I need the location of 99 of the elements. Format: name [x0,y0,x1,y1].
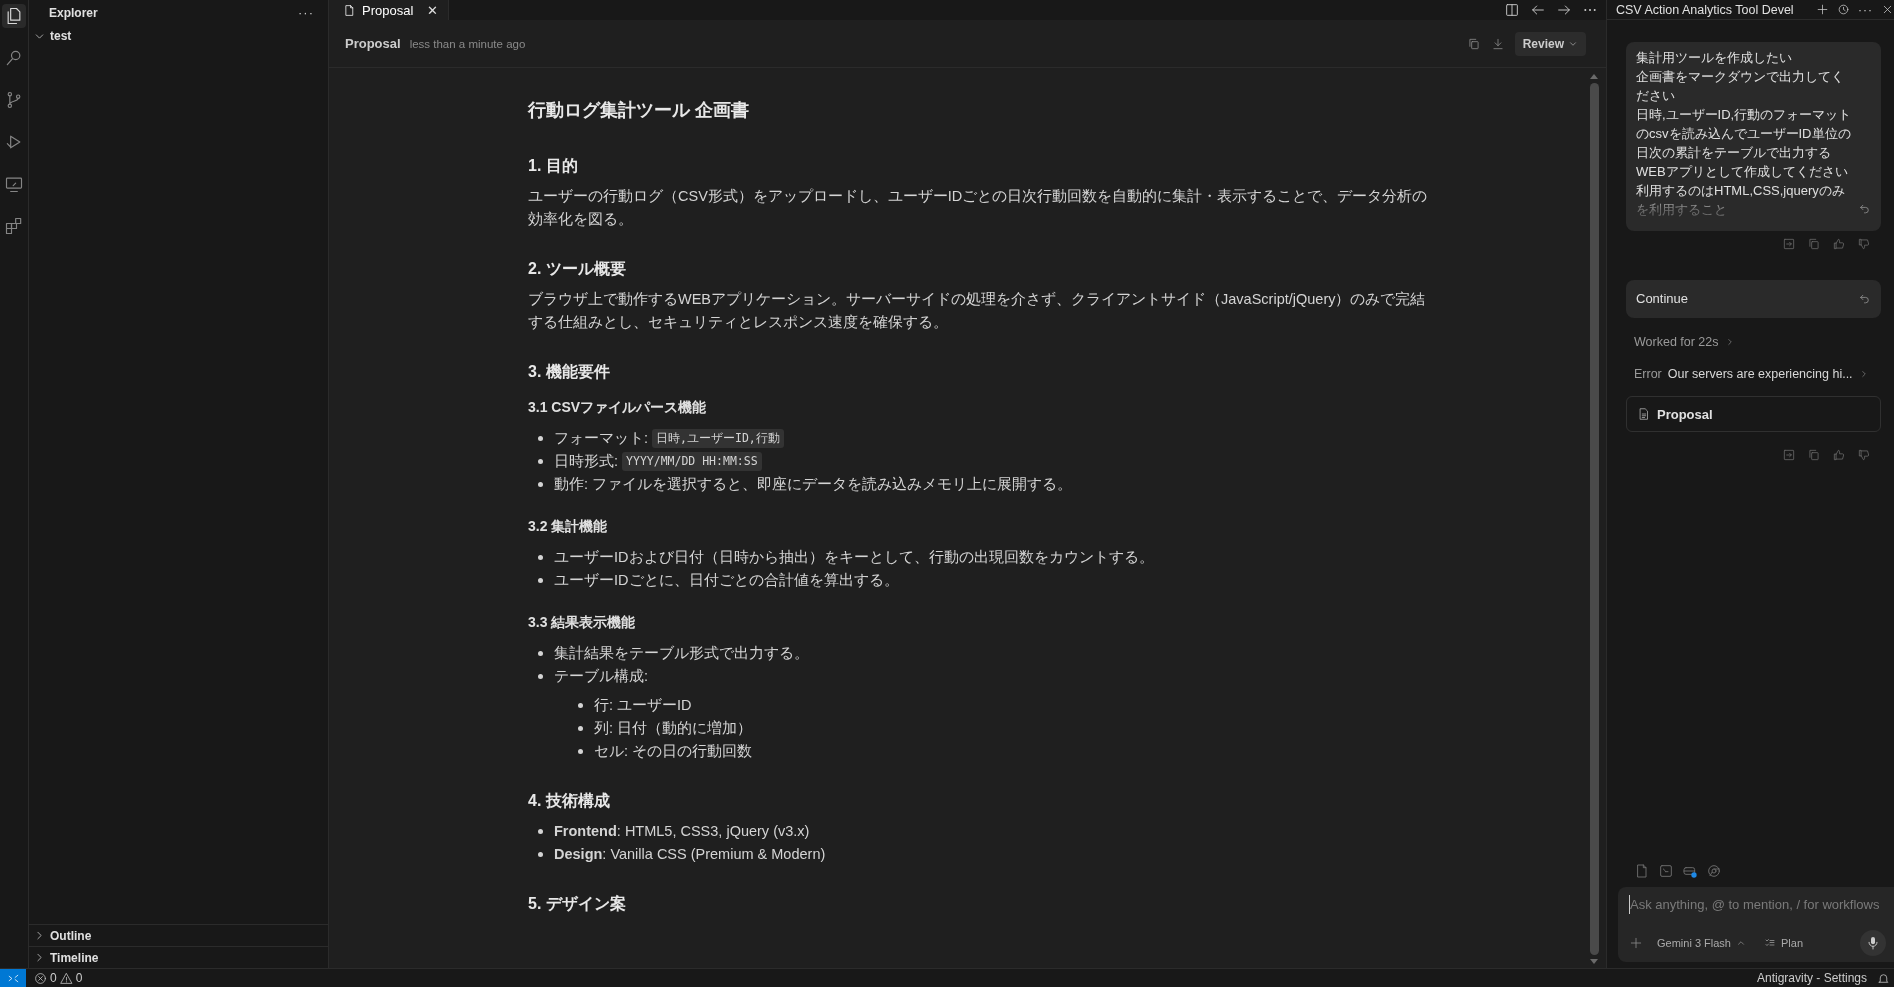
section-heading: 1. 目的 [528,156,579,176]
bullet-icon [578,703,583,708]
scroll-up-icon[interactable] [1590,74,1598,79]
bullet-icon [538,852,543,857]
list-item: ユーザーIDおよび日付（日時から抽出）をキーとして、行動の出現回数をカウントする。 [554,548,1154,567]
message-text: 日次の累計をテーブルで出力する [1636,144,1832,162]
problems-indicator[interactable]: 0 0 [26,971,83,985]
insert-icon[interactable] [1782,237,1796,251]
section-heading: 2. ツール概要 [528,259,627,279]
list-item: ユーザーIDごとに、日付ごとの合計値を算出する。 [554,571,899,590]
copy-icon[interactable] [1807,448,1821,462]
message-text: のcsvを読み込んでユーザーID単位の [1636,125,1852,143]
message-text: 日時,ユーザーID,行動のフォーマット [1636,106,1852,124]
list-item: 集計結果をテーブル形式で出力する。 [554,644,809,663]
chat-input[interactable]: Ask anything, @ to mention, / for workflows [1629,895,1886,914]
insert-icon[interactable] [1782,448,1796,462]
section-header[interactable]: Outline [29,924,328,946]
list-item: フォーマット: [554,429,649,448]
list-item: Frontend: HTML5, CSS3, jQuery (v3.x) [554,822,810,841]
settings-link[interactable]: Antigravity - Settings [1756,971,1877,985]
paragraph: ユーザーの行動ログ（CSV形式）をアップロードし、ユーザーIDごとの日次行動回数を自動的に集計・表示することで、データ分析の効率化を図る。 [528,187,1428,229]
bullet-icon [538,829,543,834]
plan-button[interactable]: Plan [1760,937,1807,949]
checklist-icon [1764,937,1776,949]
file-icon[interactable] [1634,863,1650,879]
bullet-icon [538,555,543,560]
section-heading: 3. 機能要件 [528,362,611,382]
warning-icon [59,971,73,985]
subsection-heading: 3.3 結果表示機能 [528,614,637,632]
caret-icon [1736,938,1746,948]
bullet-icon [538,651,543,656]
thumbs-down-icon[interactable] [1857,237,1871,251]
thumbs-down-icon[interactable] [1857,448,1871,462]
sidebar-title: Explorer [49,5,98,20]
document-title: Proposal [345,36,401,51]
message-text: 集計用ツールを作成したい [1636,49,1793,67]
list-item: テーブル構成: [554,667,649,686]
list-item: セル: その日の行動回数 [594,742,753,761]
microphone-icon [1865,935,1881,951]
close-button[interactable]: ✕ [427,2,438,18]
model-selector[interactable]: Gemini 3 Flash [1653,937,1750,949]
message-text: を利用すること [1636,201,1728,219]
error-icon [34,971,47,985]
review-button[interactable]: Review [1514,31,1586,56]
terminal-icon[interactable] [1658,863,1674,879]
message-text: Continue [1636,289,1690,308]
document-heading: 行動ログ集計ツール 企画書 [528,99,750,122]
bullet-icon [538,436,543,441]
message-text: WEBアプリとして作成してください [1636,163,1849,181]
list-item: Design: Vanilla CSS (Premium & Modern) [554,845,826,864]
list-item: 日時形式: [554,452,619,471]
history-icon[interactable] [1837,3,1850,16]
paragraph: ブラウザ上で動作するWEBアプリケーション。サーバーサイドの処理を介さず、クライアントサイド（JavaScript/jQuery）のみで完結する仕組みとし、セキュリティとレスポンス速度を確保する。 [528,290,1427,332]
message-text: 利用するのはHTML,CSS,jqueryのみ [1636,182,1846,200]
back-arrow-icon[interactable] [1530,2,1546,18]
forward-arrow-icon[interactable] [1556,2,1572,18]
inline-code: 日時,ユーザーID,行動 [652,429,784,448]
panel-title: CSV Action Analytics Tool Devel [1616,2,1794,17]
message-text: ださい [1636,87,1676,105]
more-button[interactable]: ··· [1858,2,1873,17]
microphone-button[interactable] [1860,930,1886,956]
globe-icon[interactable] [1706,863,1722,879]
split-editor-icon[interactable] [1504,2,1520,18]
editor-tab[interactable]: Proposal ✕ [329,0,449,20]
worked-row[interactable]: Worked for 22s [1626,332,1881,352]
inline-code: YYYY/MM/DD HH:MM:SS [622,452,762,471]
bell-icon[interactable] [1877,971,1890,985]
blocks-icon[interactable] [4,216,24,236]
message-text: 企画書をマークダウンで出力してく [1636,68,1845,86]
section-heading: 4. 技術構成 [528,791,611,811]
timestamp: less than a minute ago [409,38,526,50]
subsection-heading: 3.2 集計機能 [528,518,609,536]
section-heading: 5. デザイン案 [528,894,627,914]
artifact-card[interactable]: Proposal [1626,396,1881,432]
close-icon[interactable] [1881,3,1894,16]
bullet-icon [538,674,543,679]
bullet-icon [538,482,543,487]
bullet-icon [578,749,583,754]
document-icon [1637,407,1651,421]
download-icon[interactable] [1490,36,1505,51]
thumbs-up-icon[interactable] [1832,237,1846,251]
undo-icon[interactable] [1858,202,1871,215]
subsection-heading: 3.1 CSVファイルパース機能 [528,399,708,417]
more-button[interactable]: ··· [298,5,314,20]
remote-button[interactable] [0,968,26,987]
copy-icon[interactable] [1807,237,1821,251]
bullet-icon [538,459,543,464]
file-icon [343,3,356,17]
bullet-icon [578,726,583,731]
plus-icon[interactable] [1816,3,1829,16]
bullet-icon [538,578,543,583]
scrollbar-thumb[interactable] [1589,83,1599,955]
folder-item[interactable]: test [29,25,328,47]
list-item: 動作: ファイルを選択すると、即座にデータを読み込みメモリ上に展開する。 [554,475,1073,494]
copy-icon[interactable] [1466,36,1481,51]
list-item: 行: ユーザーID [594,696,692,715]
thumbs-up-icon[interactable] [1832,448,1846,462]
error-row[interactable]: Error Our servers are experiencing hi... [1626,364,1881,384]
list-item: 列: 日付（動的に増加） [594,719,753,738]
